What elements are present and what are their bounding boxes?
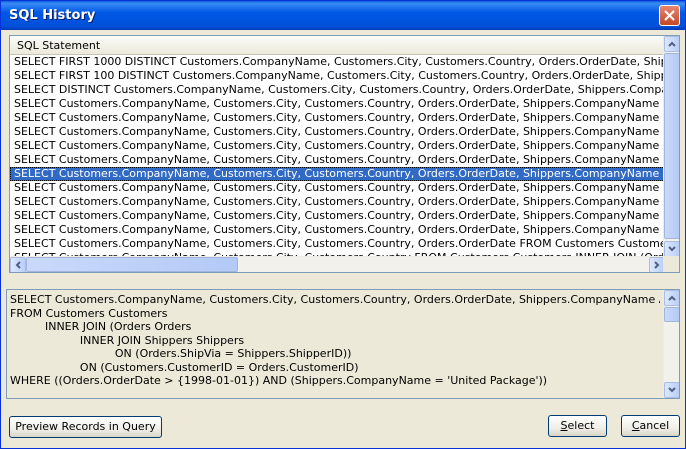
close-button[interactable] xyxy=(659,5,680,26)
list-item[interactable]: SELECT Customers.CompanyName, Customers.… xyxy=(10,223,665,237)
list-item[interactable]: SELECT Customers.CompanyName, Customers.… xyxy=(10,195,665,209)
horizontal-scroll-thumb[interactable] xyxy=(26,257,238,272)
list-item[interactable]: SELECT Customers.CompanyName, Customers.… xyxy=(10,153,665,167)
detail-scroll-up-button[interactable] xyxy=(664,290,679,306)
list-item[interactable]: SELECT Customers.CompanyName, Customers.… xyxy=(10,125,665,139)
list-rows: SELECT FIRST 1000 DISTINCT Customers.Com… xyxy=(10,55,665,259)
close-icon xyxy=(664,10,675,21)
chevron-right-icon xyxy=(654,261,660,269)
sql-detail-panel[interactable]: SELECT Customers.CompanyName, Customers.… xyxy=(6,289,680,399)
chevron-down-icon xyxy=(668,387,676,393)
list-item[interactable]: SELECT DISTINCT Customers.CompanyName, C… xyxy=(10,83,665,97)
detail-scroll-thumb[interactable] xyxy=(664,307,679,322)
column-header-label: SQL Statement xyxy=(17,39,101,52)
scroll-up-button[interactable] xyxy=(664,36,679,52)
list-item[interactable]: SELECT Customers.CompanyName, Customers.… xyxy=(10,111,665,125)
detail-vertical-scrollbar[interactable] xyxy=(663,290,679,398)
list-item[interactable]: SELECT Customers.CompanyName, Customers.… xyxy=(10,139,665,153)
scroll-corner xyxy=(663,256,679,272)
list-item[interactable]: SELECT FIRST 100 DISTINCT Customers.Comp… xyxy=(10,69,665,83)
list-vertical-scrollbar[interactable] xyxy=(663,36,679,257)
list-horizontal-scrollbar[interactable] xyxy=(10,256,665,272)
preview-records-button[interactable]: Preview Records in Query xyxy=(9,416,162,438)
detail-scroll-down-button[interactable] xyxy=(664,382,679,398)
scroll-thumb[interactable] xyxy=(664,53,679,239)
chevron-up-icon xyxy=(668,41,676,47)
window-title: SQL History xyxy=(9,8,96,23)
column-header-sql-statement[interactable]: SQL Statement xyxy=(10,36,665,55)
list-item[interactable]: SELECT Customers.CompanyName, Customers.… xyxy=(10,167,665,181)
list-item[interactable]: SELECT FIRST 1000 DISTINCT Customers.Com… xyxy=(10,55,665,69)
cancel-button[interactable]: Cancel xyxy=(621,415,680,437)
select-button[interactable]: Select xyxy=(548,415,607,437)
title-bar: SQL History xyxy=(1,1,685,30)
list-item[interactable]: SELECT Customers.CompanyName, Customers.… xyxy=(10,209,665,223)
chevron-down-icon xyxy=(668,246,676,252)
scroll-left-button[interactable] xyxy=(10,257,26,272)
scroll-down-button[interactable] xyxy=(664,241,679,257)
list-item[interactable]: SELECT Customers.CompanyName, Customers.… xyxy=(10,97,665,111)
list-item[interactable]: SELECT Customers.CompanyName, Customers.… xyxy=(10,181,665,195)
chevron-up-icon xyxy=(668,295,676,301)
sql-statement-list[interactable]: SQL Statement SELECT FIRST 1000 DISTINCT… xyxy=(9,35,680,273)
sql-history-dialog: SQL History SQL Statement SELECT FIRST 1… xyxy=(0,0,686,449)
sql-detail-text[interactable]: SELECT Customers.CompanyName, Customers.… xyxy=(10,293,660,388)
list-item[interactable]: SELECT Customers.CompanyName, Customers.… xyxy=(10,237,665,251)
chevron-left-icon xyxy=(15,261,21,269)
